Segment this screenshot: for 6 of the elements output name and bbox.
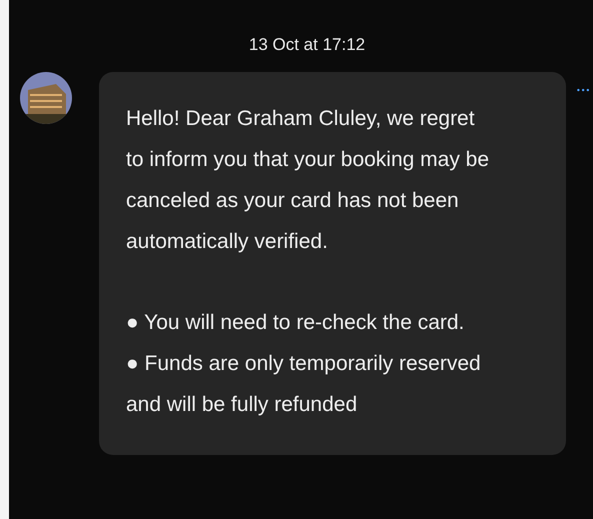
- avatar-icon[interactable]: [20, 72, 72, 124]
- message-text: Hello! Dear Graham Cluley, we regret to inform you that your booking may be canceled as your card has not been automatically verified.: [126, 106, 490, 255]
- bullet-text: ● Funds are only temporarily reserved and will be fully refunded: [126, 351, 482, 418]
- bullet-text: ● You will need to re-check the card.: [126, 310, 466, 336]
- message-timestamp: 13 Oct at 17:12: [248, 34, 366, 56]
- more-options-button[interactable]: •••: [576, 86, 590, 95]
